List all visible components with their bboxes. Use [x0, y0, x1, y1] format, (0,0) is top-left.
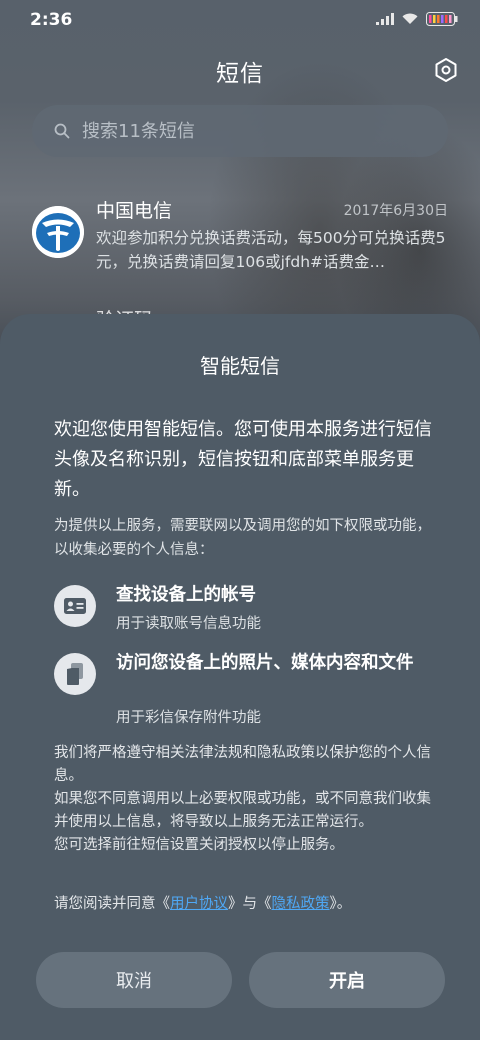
dialog-intro: 欢迎您使用智能短信。您可使用本服务进行短信头像及名称识别，短信按钮和底部菜单服务…	[54, 419, 432, 500]
china-telecom-logo	[32, 206, 84, 258]
privacy-policy-link[interactable]: 隐私政策	[272, 896, 330, 912]
permission-files: 访问您设备上的照片、媒体内容和文件 用于彩信保存附件功能	[54, 650, 444, 730]
message-sender: 中国电信	[96, 200, 173, 222]
permission-title: 访问您设备上的照片、媒体内容和文件	[116, 653, 414, 673]
status-time: 2:36	[30, 10, 73, 30]
enable-button[interactable]: 开启	[249, 952, 445, 1008]
page-title: 短信	[216, 61, 264, 87]
dialog-title: 智能短信	[200, 354, 280, 378]
search-input[interactable]	[80, 115, 414, 147]
battery-icon	[426, 12, 458, 26]
permission-subtitle: 用于彩信保存附件功能	[116, 710, 261, 726]
cancel-button[interactable]: 取消	[36, 952, 232, 1008]
permissions-description: 为提供以上服务，需要联网以及调用您的如下权限或功能，以收集必要的个人信息：	[54, 518, 431, 558]
signal-icon	[376, 13, 394, 25]
permission-subtitle: 用于读取账号信息功能	[116, 616, 261, 632]
privacy-statement: 我们将严格遵守相关法律法规和隐私政策以保护您的个人信息。 如果您不同意调用以上必…	[54, 745, 431, 853]
smart-sms-dialog: 智能短信 欢迎您使用智能短信。您可使用本服务进行短信头像及名称识别，短信按钮和底…	[0, 314, 480, 1040]
wifi-icon	[402, 13, 418, 24]
search-bar[interactable]	[32, 105, 448, 157]
message-date: 2017年6月30日	[343, 203, 448, 219]
permission-accounts: 查找设备上的帐号 用于读取账号信息功能	[54, 582, 444, 642]
app-bar: 短信	[0, 48, 480, 92]
agree-middle: 》与《	[228, 896, 272, 912]
user-agreement-link[interactable]: 用户协议	[170, 896, 228, 912]
search-icon	[54, 123, 70, 139]
agreement-text: 请您阅读并同意《用户协议》与《隐私政策》。	[54, 892, 444, 913]
agree-suffix: 》。	[329, 896, 352, 912]
files-icon	[54, 653, 96, 695]
system-icons	[376, 12, 458, 26]
message-item[interactable]: 中国电信 2017年6月30日 欢迎参加积分兑换话费活动，每500分可兑换话费5…	[0, 180, 480, 290]
permission-title: 查找设备上的帐号	[116, 585, 256, 605]
status-bar: 2:36	[0, 0, 480, 40]
settings-icon[interactable]	[432, 56, 460, 84]
message-preview: 欢迎参加积分兑换话费活动，每500分可兑换话费5元，兑换话费请回复106或jfd…	[96, 229, 446, 271]
agree-prefix: 请您阅读并同意《	[54, 896, 170, 912]
id-card-icon	[54, 585, 96, 627]
